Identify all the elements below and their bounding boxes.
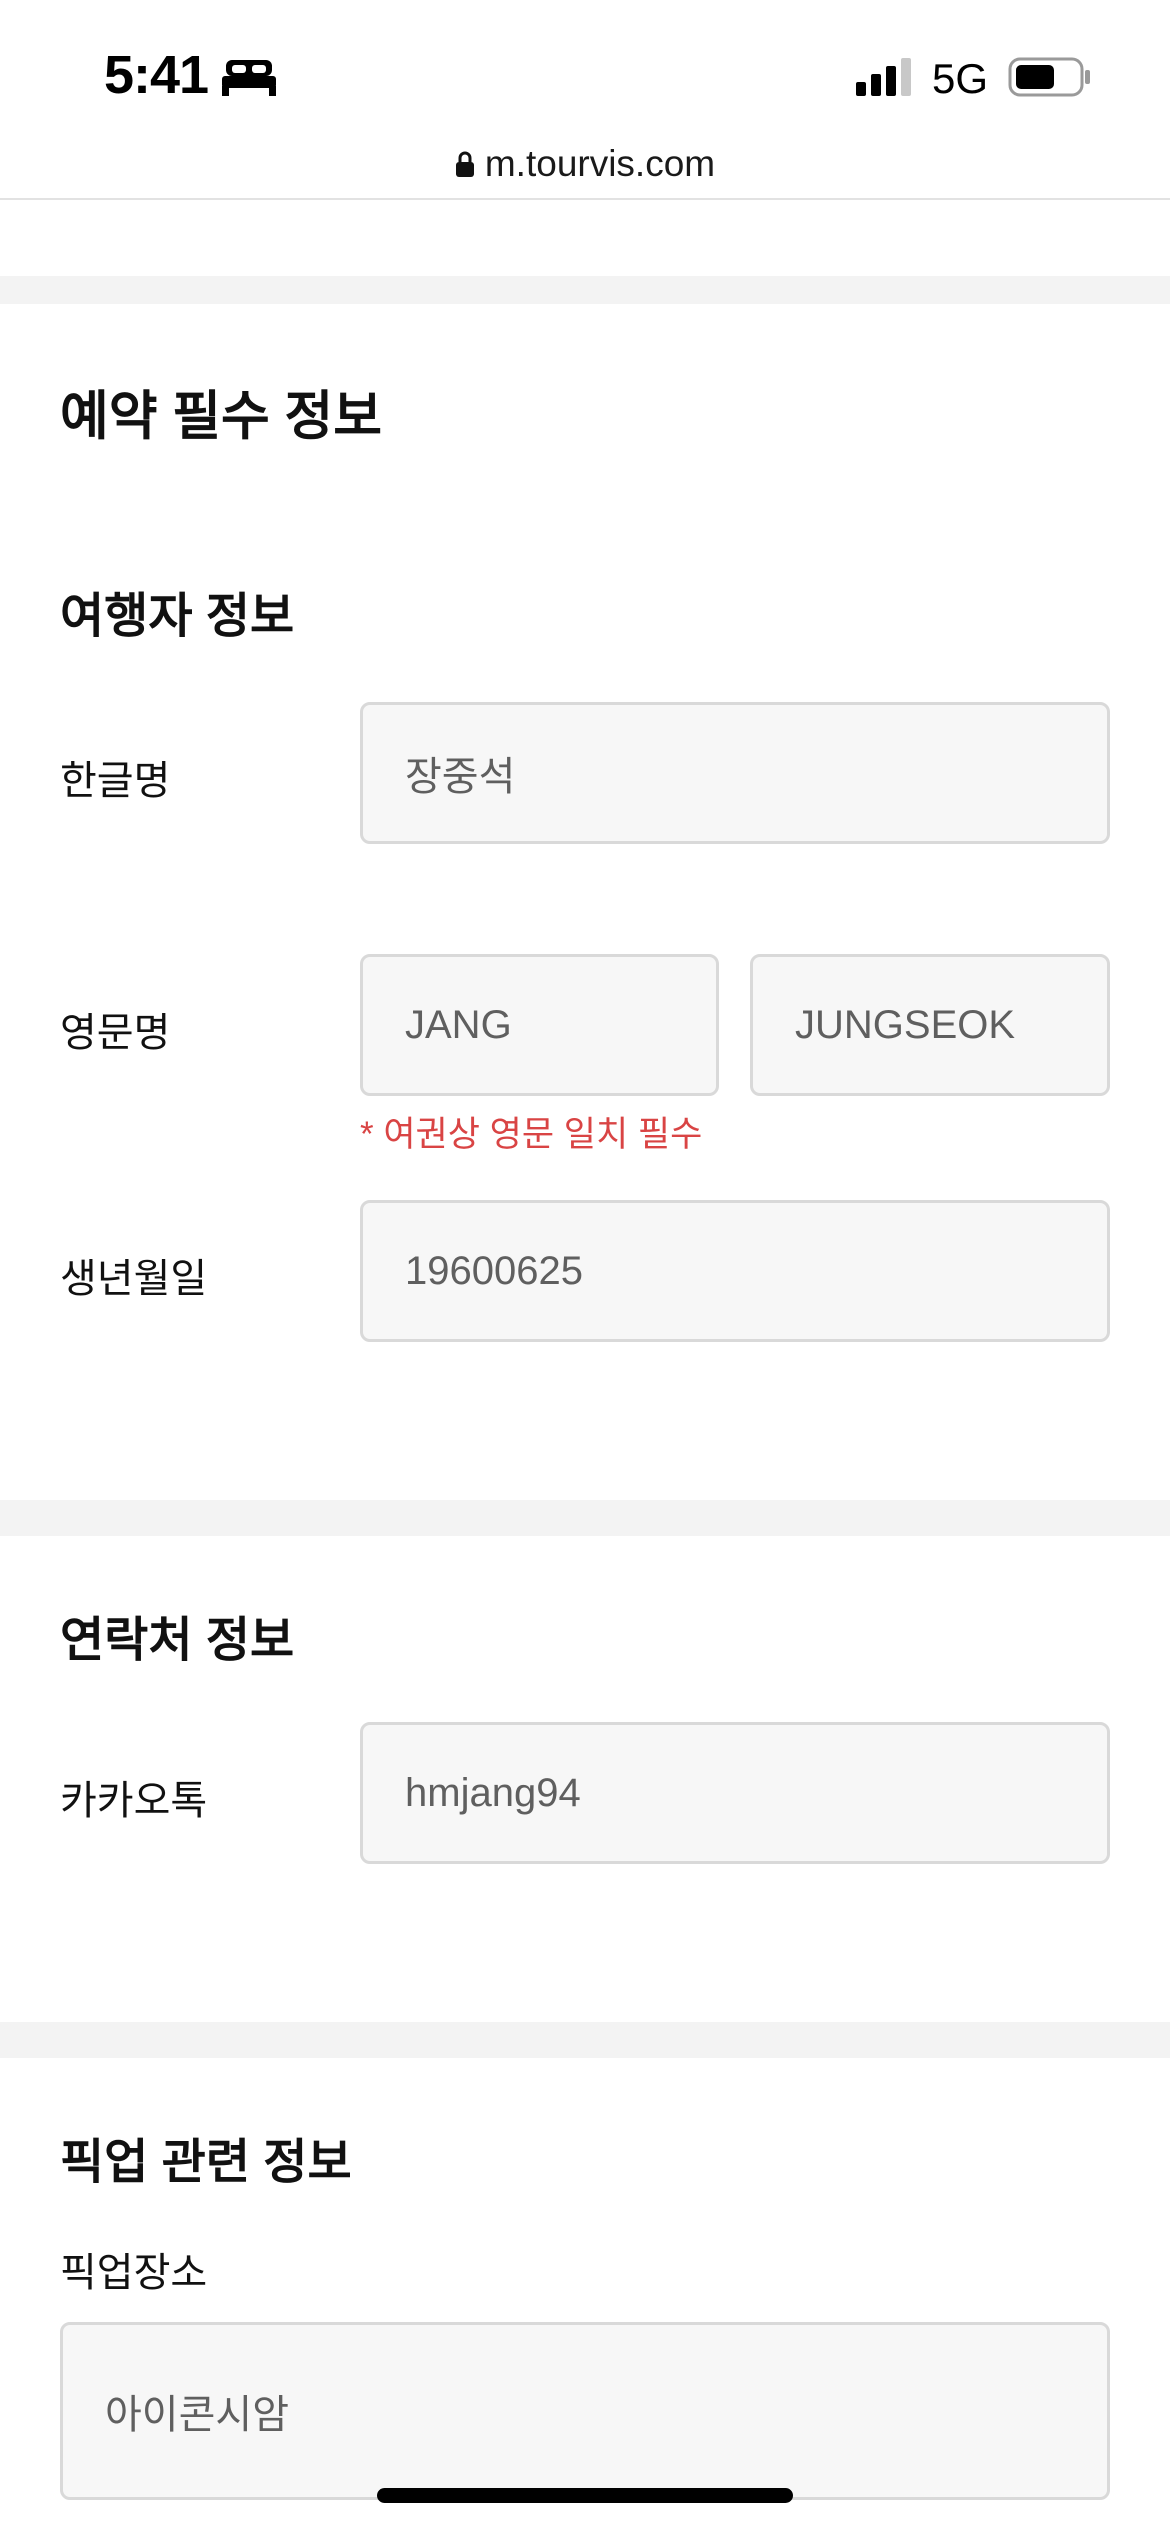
section-divider [0,276,1170,304]
network-type: 5G [932,55,989,102]
birthdate-label: 생년월일 [60,1257,208,1301]
pickup-section-heading: 픽업 관련 정보 [60,2136,352,2189]
lock-icon [455,151,474,177]
korean-name-field[interactable]: 장중석 [360,702,1110,844]
kakao-label: 카카오톡 [60,1779,208,1823]
page-title: 예약 필수 정보 [60,387,383,446]
kakao-id-field[interactable]: hmjang94 [360,1722,1110,1864]
status-time: 5:41 [104,45,209,105]
english-name-label: 영문명 [60,1011,171,1055]
cellular-signal-icon [856,58,911,96]
status-bar: 5:41 5G [0,0,1170,135]
pickup-location-label: 픽업장소 [60,2251,208,2295]
english-first-name-field[interactable]: JUNGSEOK [750,954,1110,1096]
traveler-section-heading: 여행자 정보 [60,590,295,643]
address-bar[interactable]: m.tourvis.com [0,130,1170,200]
birthdate-field[interactable]: 19600625 [360,1200,1110,1342]
passport-match-note: * 여권상 영문 일치 필수 [360,1115,703,1154]
english-last-name-field[interactable]: JANG [360,954,719,1096]
korean-name-label: 한글명 [60,759,171,803]
bed-icon [222,60,276,96]
battery-icon [1008,57,1090,97]
url-text: m.tourvis.com [484,143,716,184]
home-indicator[interactable] [377,2488,793,2503]
pickup-location-field[interactable]: 아이콘시암 [60,2322,1110,2500]
section-divider [0,2022,1170,2058]
section-divider [0,1500,1170,1536]
contact-section-heading: 연락처 정보 [60,1614,295,1667]
